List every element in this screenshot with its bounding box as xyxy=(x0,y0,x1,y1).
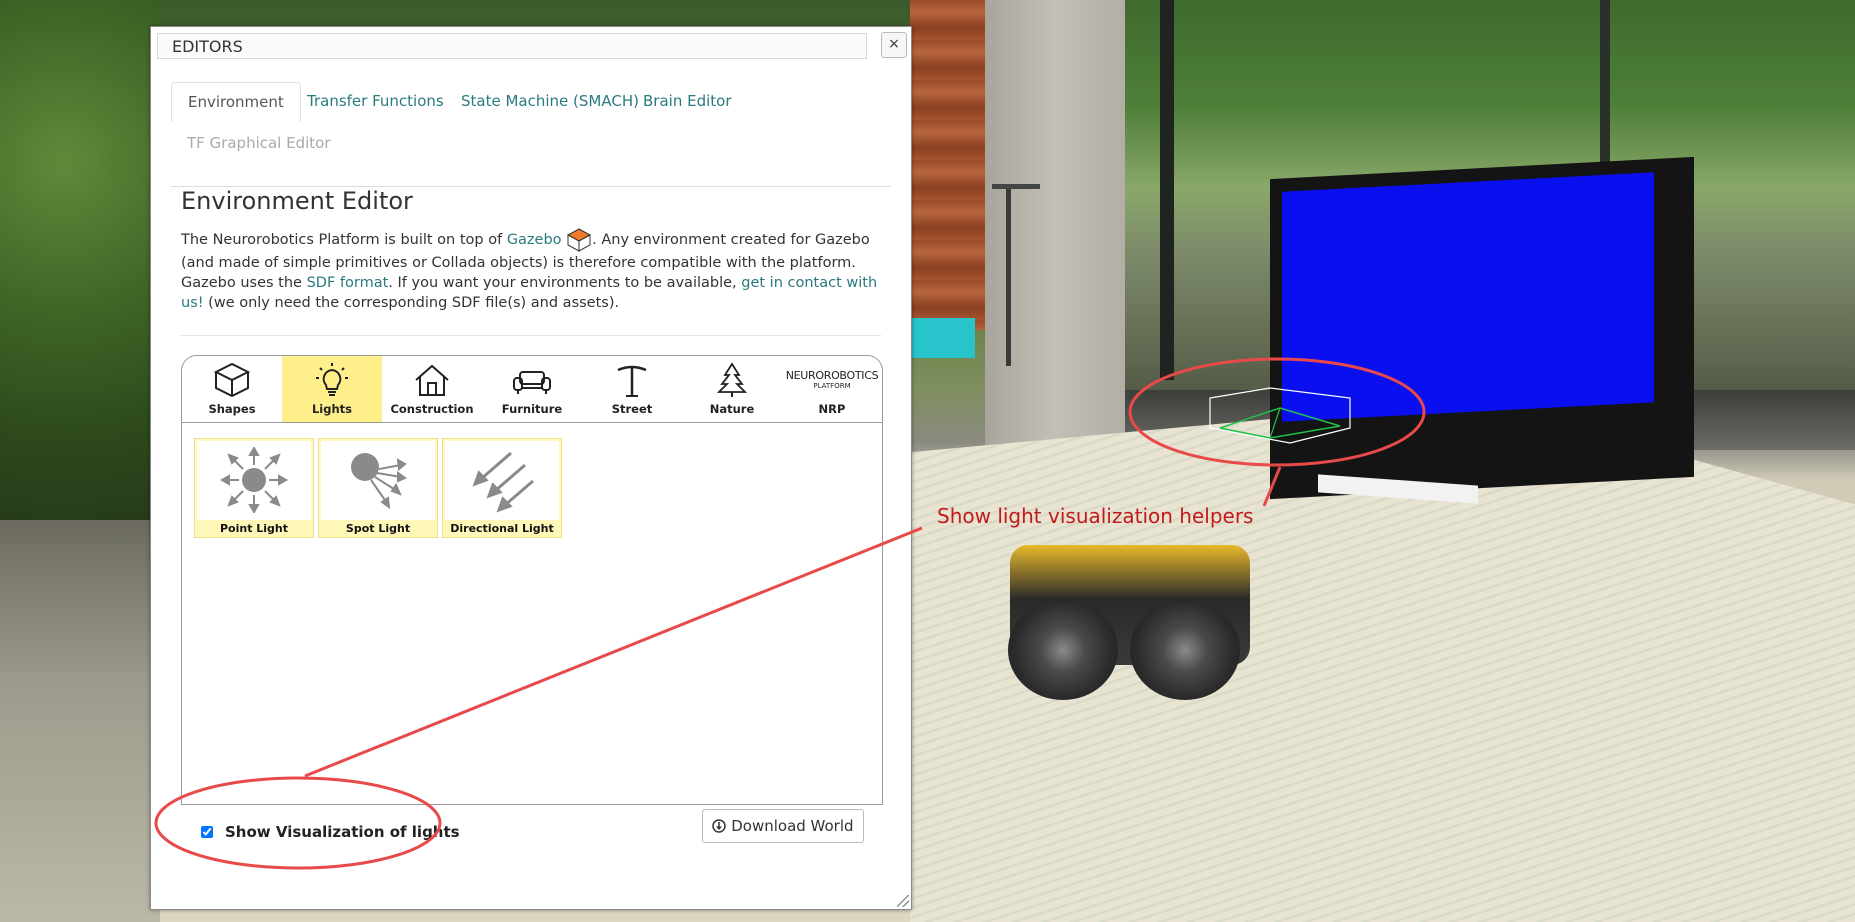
directional-light-icon xyxy=(472,451,534,513)
sdf-format-link[interactable]: SDF format xyxy=(307,275,389,291)
lightbulb-icon xyxy=(316,363,348,396)
close-button[interactable]: × xyxy=(881,32,907,58)
environment-editor-description: The Neurorobotics Platform is built on t… xyxy=(181,227,881,313)
dialog-titlebar[interactable]: EDITORS xyxy=(157,33,867,59)
category-construction[interactable]: Construction xyxy=(382,356,483,422)
category-label: Lights xyxy=(311,402,353,416)
tab-tf-graphical-editor: TF Graphical Editor xyxy=(187,134,331,152)
point-light-icon xyxy=(219,447,289,513)
divider xyxy=(181,335,881,336)
editors-dialog: EDITORS × Environment Transfer Functions… xyxy=(150,26,912,910)
tab-state-machine[interactable]: State Machine (SMACH) xyxy=(445,82,655,120)
download-circle-icon xyxy=(712,819,727,833)
editor-tabs: Environment Transfer Functions State Mac… xyxy=(171,82,891,187)
category-tabs: Shapes Lights Construction Furniture Str… xyxy=(182,356,882,423)
desc-text: The Neurorobotics Platform is built on t… xyxy=(181,232,507,248)
scene-window-frame xyxy=(1160,0,1174,380)
category-nature[interactable]: Nature xyxy=(682,356,783,422)
category-nrp[interactable]: NEUROROBOTICS PLATFORM NRP xyxy=(782,356,882,422)
tab-brain-editor[interactable]: Brain Editor xyxy=(627,82,747,120)
library-item-spot-light[interactable]: Spot Light xyxy=(318,438,438,538)
library-item-directional-light[interactable]: Directional Light xyxy=(442,438,562,538)
show-visualization-label[interactable]: Show Visualization of lights xyxy=(225,823,460,841)
gazebo-link[interactable]: Gazebo xyxy=(507,232,562,248)
tree-icon xyxy=(716,362,748,397)
cube-icon xyxy=(213,362,251,398)
sofa-icon xyxy=(513,371,551,394)
annotation-label: Show light visualization helpers xyxy=(937,504,1254,528)
download-world-label: Download World xyxy=(731,817,854,835)
category-label: NRP xyxy=(818,402,846,416)
tab-environment[interactable]: Environment xyxy=(171,82,301,122)
library-item-label: Point Light xyxy=(195,520,313,537)
tab-transfer-functions[interactable]: Transfer Functions xyxy=(291,82,460,120)
street-lamp-icon xyxy=(617,365,647,397)
category-label: Shapes xyxy=(208,402,256,416)
scene-robot-wheel xyxy=(1130,600,1240,700)
library-item-label: Directional Light xyxy=(443,520,561,537)
house-icon xyxy=(415,364,449,396)
category-label: Street xyxy=(611,402,653,416)
scene-lamp-pole xyxy=(1006,186,1011,366)
category-label: Construction xyxy=(390,402,474,416)
desc-text: (we only need the corresponding SDF file… xyxy=(203,295,620,311)
scene-floor-left xyxy=(0,520,160,922)
category-label: Nature xyxy=(709,402,755,416)
nrp-logo: NEUROROBOTICS PLATFORM xyxy=(782,370,882,392)
scene-robot-wheel xyxy=(1008,600,1118,700)
library-item-label: Spot Light xyxy=(319,520,437,537)
object-library-panel: Shapes Lights Construction Furniture Str… xyxy=(181,355,883,805)
category-label: Furniture xyxy=(501,402,563,416)
scene-trees xyxy=(0,0,160,540)
gazebo-logo-icon xyxy=(567,228,592,252)
light-helper-wireframe xyxy=(1209,387,1351,444)
scene-wood-panel xyxy=(910,0,992,330)
library-item-point-light[interactable]: Point Light xyxy=(194,438,314,538)
resize-handle[interactable] xyxy=(897,895,909,907)
category-lights[interactable]: Lights xyxy=(282,356,383,422)
scene-lamp-top xyxy=(992,184,1040,189)
scene-teal-bench xyxy=(910,318,975,358)
category-furniture[interactable]: Furniture xyxy=(482,356,583,422)
dialog-title: EDITORS xyxy=(172,37,243,56)
desc-text: . If you want your environments to be av… xyxy=(388,275,742,291)
show-visualization-checkbox[interactable] xyxy=(201,826,213,838)
environment-editor-title: Environment Editor xyxy=(181,187,413,215)
nrp-logo-text: NEUROROBOTICS xyxy=(785,369,879,382)
spot-light-icon xyxy=(351,453,408,510)
category-shapes[interactable]: Shapes xyxy=(182,356,283,422)
nrp-logo-subtext: PLATFORM xyxy=(813,382,851,390)
category-street[interactable]: Street xyxy=(582,356,683,422)
download-world-button[interactable]: Download World xyxy=(702,809,864,843)
